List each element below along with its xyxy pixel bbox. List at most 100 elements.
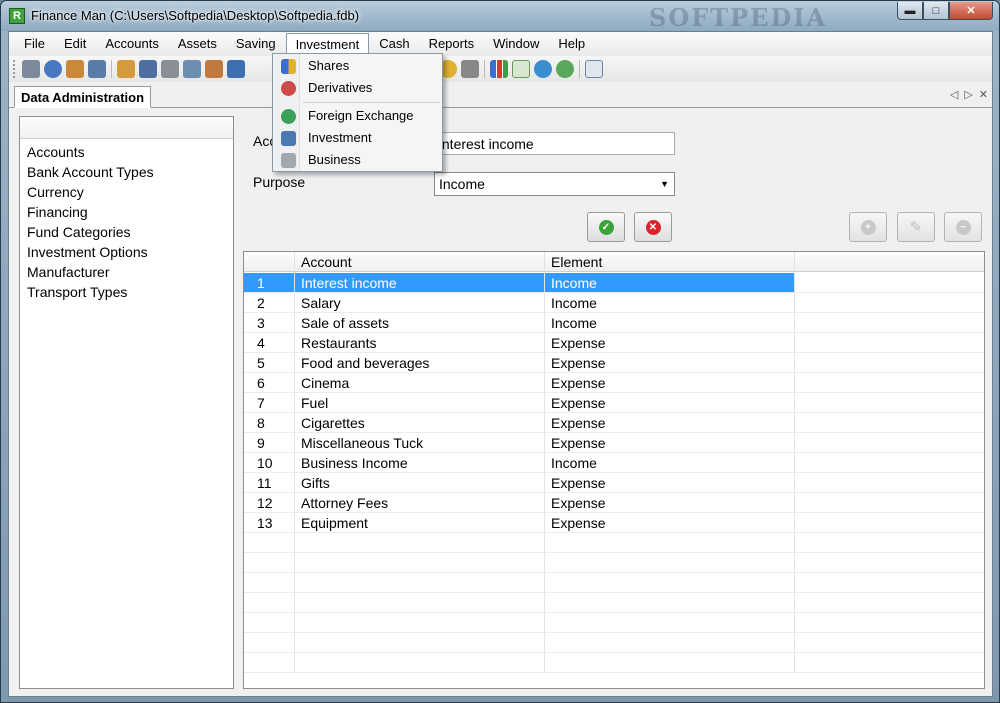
menu-cash[interactable]: Cash xyxy=(370,33,418,55)
truck-icon[interactable] xyxy=(161,60,179,78)
close-button[interactable]: ✕ xyxy=(949,2,993,20)
cell-element[interactable]: Expense xyxy=(545,433,795,453)
cell-row-number[interactable] xyxy=(244,613,295,633)
house-icon[interactable] xyxy=(66,60,84,78)
building-icon[interactable] xyxy=(22,60,40,78)
cell-account[interactable]: Equipment xyxy=(295,513,545,533)
cell-row-number[interactable]: 2 xyxy=(244,293,295,313)
cell-account[interactable] xyxy=(295,613,545,633)
menu-item-foreign-exchange[interactable]: Foreign Exchange xyxy=(275,105,440,127)
table-row[interactable] xyxy=(244,533,984,553)
purpose-select[interactable]: Income ▼ xyxy=(434,172,675,196)
cell-row-number[interactable] xyxy=(244,653,295,673)
cell-element[interactable]: Income xyxy=(545,313,795,333)
table-row[interactable] xyxy=(244,633,984,653)
menu-help[interactable]: Help xyxy=(549,33,594,55)
cell-row-number[interactable]: 4 xyxy=(244,333,295,353)
cell-row-number[interactable]: 13 xyxy=(244,513,295,533)
cell-account[interactable] xyxy=(295,553,545,573)
category-item[interactable]: Currency xyxy=(27,182,233,202)
cell-row-number[interactable] xyxy=(244,533,295,553)
cell-account[interactable]: Cigarettes xyxy=(295,413,545,433)
category-item[interactable]: Bank Account Types xyxy=(27,162,233,182)
table-row[interactable]: 13 Equipment Expense xyxy=(244,513,984,533)
globe-icon[interactable] xyxy=(534,60,552,78)
cell-element[interactable]: Expense xyxy=(545,353,795,373)
title-bar[interactable]: R Finance Man (C:\Users\Softpedia\Deskto… xyxy=(1,1,999,32)
menu-investment[interactable]: Investment xyxy=(285,33,370,55)
edit-button[interactable]: ✎ xyxy=(897,212,935,242)
cell-account[interactable] xyxy=(295,593,545,613)
cell-row-number[interactable]: 8 xyxy=(244,413,295,433)
cell-element[interactable]: Expense xyxy=(545,393,795,413)
cell-element[interactable]: Expense xyxy=(545,413,795,433)
computer-icon[interactable] xyxy=(183,60,201,78)
form-icon[interactable] xyxy=(585,60,603,78)
cell-account[interactable]: Salary xyxy=(295,293,545,313)
cell-element[interactable] xyxy=(545,633,795,653)
toolbar-grip[interactable] xyxy=(13,60,16,78)
cell-account[interactable]: Business Income xyxy=(295,453,545,473)
cell-row-number[interactable] xyxy=(244,633,295,653)
confirm-button[interactable]: ✓ xyxy=(587,212,625,242)
menu-item-derivatives[interactable]: Derivatives xyxy=(275,77,440,99)
table-row[interactable]: 1 Interest income Income xyxy=(244,273,984,293)
table-row[interactable]: 8 Cigarettes Expense xyxy=(244,413,984,433)
cell-row-number[interactable]: 7 xyxy=(244,393,295,413)
cell-account[interactable]: Food and beverages xyxy=(295,353,545,373)
cell-element[interactable] xyxy=(545,573,795,593)
cell-account[interactable]: Restaurants xyxy=(295,333,545,353)
add-button[interactable]: + xyxy=(849,212,887,242)
cell-element[interactable] xyxy=(545,553,795,573)
table-row[interactable]: 11 Gifts Expense xyxy=(244,473,984,493)
menu-accounts[interactable]: Accounts xyxy=(96,33,167,55)
person-home-icon[interactable] xyxy=(205,60,223,78)
menu-item-business[interactable]: Business xyxy=(275,149,440,171)
table-row[interactable]: 5 Food and beverages Expense xyxy=(244,353,984,373)
minimize-button[interactable]: ▬ xyxy=(897,2,923,20)
cell-element[interactable]: Expense xyxy=(545,513,795,533)
user-icon[interactable] xyxy=(44,60,62,78)
cell-row-number[interactable]: 12 xyxy=(244,493,295,513)
menu-file[interactable]: File xyxy=(15,33,54,55)
menu-edit[interactable]: Edit xyxy=(55,33,95,55)
category-item[interactable]: Transport Types xyxy=(27,282,233,302)
table-row[interactable]: 2 Salary Income xyxy=(244,293,984,313)
table-row[interactable] xyxy=(244,553,984,573)
delete-button[interactable]: − xyxy=(944,212,982,242)
cell-row-number[interactable]: 1 xyxy=(244,273,295,293)
cell-row-number[interactable]: 11 xyxy=(244,473,295,493)
category-item[interactable]: Manufacturer xyxy=(27,262,233,282)
table-row[interactable] xyxy=(244,613,984,633)
cell-element[interactable] xyxy=(545,653,795,673)
header-account[interactable]: Account xyxy=(295,252,545,272)
cell-account[interactable]: Attorney Fees xyxy=(295,493,545,513)
cell-account[interactable]: Fuel xyxy=(295,393,545,413)
calculator-icon[interactable] xyxy=(461,60,479,78)
cell-account[interactable]: Gifts xyxy=(295,473,545,493)
cell-account[interactable]: Miscellaneous Tuck xyxy=(295,433,545,453)
table-row[interactable]: 3 Sale of assets Income xyxy=(244,313,984,333)
cell-account[interactable]: Interest income xyxy=(295,273,545,293)
car-icon[interactable] xyxy=(88,60,106,78)
header-element[interactable]: Element xyxy=(545,252,795,272)
category-item[interactable]: Investment Options xyxy=(27,242,233,262)
cell-row-number[interactable]: 10 xyxy=(244,453,295,473)
cell-element[interactable]: Income xyxy=(545,273,795,293)
cell-row-number[interactable] xyxy=(244,553,295,573)
table-row[interactable]: 10 Business Income Income xyxy=(244,453,984,473)
cell-account[interactable] xyxy=(295,573,545,593)
cell-element[interactable]: Expense xyxy=(545,493,795,513)
table-row[interactable] xyxy=(244,573,984,593)
cell-row-number[interactable] xyxy=(244,573,295,593)
cell-element[interactable] xyxy=(545,533,795,553)
cell-element[interactable]: Income xyxy=(545,293,795,313)
category-item[interactable]: Accounts xyxy=(27,142,233,162)
table-row[interactable] xyxy=(244,653,984,673)
menu-saving[interactable]: Saving xyxy=(227,33,285,55)
tab-prev-icon[interactable]: ◁ xyxy=(950,88,958,101)
cell-element[interactable]: Income xyxy=(545,453,795,473)
cell-account[interactable] xyxy=(295,653,545,673)
table-row[interactable]: 7 Fuel Expense xyxy=(244,393,984,413)
cell-account[interactable] xyxy=(295,533,545,553)
